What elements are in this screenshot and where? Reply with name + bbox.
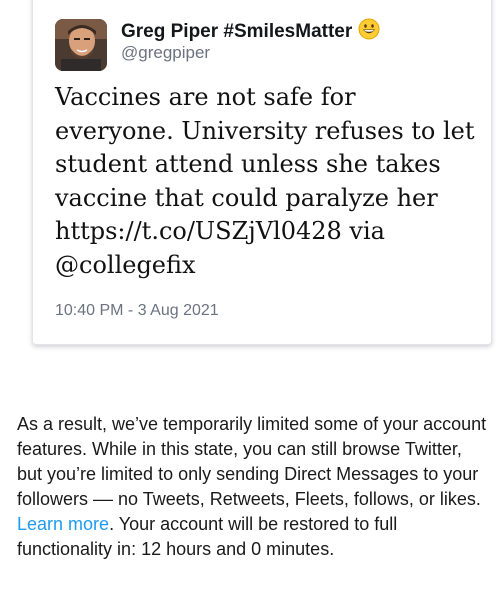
account-limited-notice: As a result, we’ve temporarily limited s…: [17, 412, 487, 562]
tweet-timestamp[interactable]: 10:40 PM - 3 Aug 2021: [55, 302, 219, 320]
author-handle[interactable]: @gregpiper: [121, 43, 210, 63]
author-name-text: Greg Piper #SmilesMatter: [121, 21, 353, 42]
tweet-text: Vaccines are not safe for everyone. Univ…: [55, 83, 475, 279]
notice-text-before-link: As a result, we’ve temporarily limited s…: [17, 414, 487, 509]
author-name[interactable]: Greg Piper #SmilesMatter: [121, 18, 380, 46]
embedded-tweet-card: Greg Piper #SmilesMatter @gregpiper Vacc…: [32, 0, 492, 345]
grinning-face-icon: [358, 18, 380, 46]
learn-more-link[interactable]: Learn more: [17, 514, 109, 534]
avatar[interactable]: [55, 19, 107, 71]
